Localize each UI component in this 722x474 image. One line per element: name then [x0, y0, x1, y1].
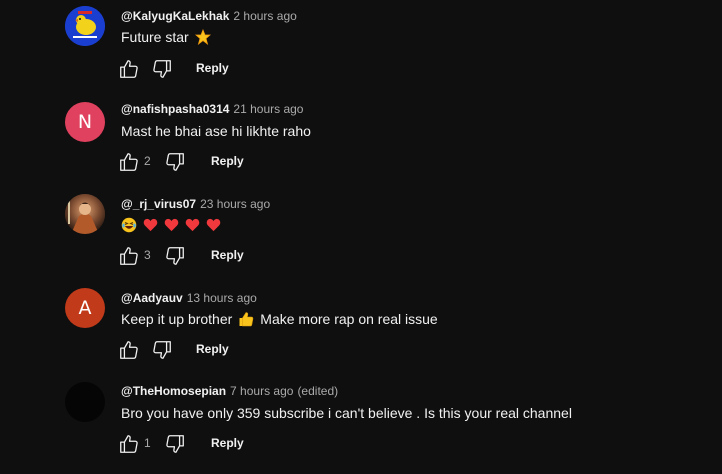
comment-timestamp[interactable]: 13 hours ago: [187, 291, 257, 305]
like-icon[interactable]: [118, 151, 140, 173]
dislike-icon[interactable]: [164, 151, 186, 173]
comment-text: Mast he bhai ase hi likhte raho: [121, 121, 311, 141]
red-heart-icon: [206, 217, 221, 237]
comment-body: Mast he bhai ase hi likhte raho: [121, 123, 311, 139]
comment-timestamp[interactable]: 7 hours ago: [230, 384, 293, 398]
comment-thread: N @nafishpasha0314 21 hours ago Mast he b…: [0, 94, 722, 188]
red-heart-icon: [164, 217, 179, 237]
comment-header: @_rj_virus07 23 hours ago: [121, 196, 270, 212]
like-count: 1: [144, 436, 151, 450]
comment-body: Bro you have only 359 subscribe i can't …: [121, 405, 572, 421]
reply-button[interactable]: Reply: [211, 436, 244, 450]
avatar[interactable]: A: [65, 288, 105, 328]
comment-text: [121, 215, 221, 238]
reply-button[interactable]: Reply: [211, 154, 244, 168]
avatar[interactable]: [65, 6, 105, 46]
author-name[interactable]: @_rj_virus07: [121, 197, 196, 211]
red-heart-icon: [143, 217, 158, 237]
avatar[interactable]: [65, 194, 105, 234]
avatar[interactable]: [65, 382, 105, 422]
edited-label: (edited): [297, 384, 339, 398]
red-heart-icon: [185, 217, 200, 237]
comment-thread: A @Aadyauv 13 hours ago Keep it up brothe…: [0, 282, 722, 376]
author-name[interactable]: @KalyugKaLekhak: [121, 9, 229, 23]
like-count: 2: [144, 154, 151, 168]
comment-header: @TheHomosepian 7 hours ago (edited): [121, 383, 338, 399]
dislike-icon[interactable]: [151, 339, 173, 361]
comment-timestamp[interactable]: 23 hours ago: [200, 197, 270, 211]
comment-text: Future star: [121, 27, 211, 50]
thumbs-up-icon: [238, 311, 254, 332]
laughing-face-icon: [121, 217, 137, 238]
comment-body: Future star: [121, 29, 189, 45]
like-icon[interactable]: [118, 58, 140, 80]
avatar[interactable]: N: [65, 102, 105, 142]
comment-thread: @KalyugKaLekhak 2 hours ago Future star R…: [0, 0, 722, 94]
reply-button[interactable]: Reply: [211, 248, 244, 262]
glowing-star-icon: [194, 28, 211, 50]
comment-header: @KalyugKaLekhak 2 hours ago: [121, 8, 297, 24]
reply-button[interactable]: Reply: [196, 342, 229, 356]
comment-body-part-2: Make more rap on real issue: [260, 311, 438, 327]
like-icon[interactable]: [118, 433, 140, 455]
warrior-avatar-image: [65, 194, 105, 234]
comment-body-part-1: Keep it up brother: [121, 311, 233, 327]
comment-timestamp[interactable]: 2 hours ago: [233, 9, 296, 23]
comment-timestamp[interactable]: 21 hours ago: [233, 102, 303, 116]
avatar-letter: N: [77, 111, 93, 133]
comment-thread: @TheHomosepian 7 hours ago (edited) Bro yo…: [0, 376, 722, 470]
like-count: 3: [144, 248, 151, 262]
comment-text: Keep it up brother Make more rap on real …: [121, 309, 438, 332]
avatar-letter: A: [78, 297, 92, 319]
author-name[interactable]: @TheHomosepian: [121, 384, 226, 398]
author-name[interactable]: @Aadyauv: [121, 291, 183, 305]
comment-header: @nafishpasha0314 21 hours ago: [121, 101, 303, 117]
bird-avatar-image: [65, 6, 105, 46]
dislike-icon[interactable]: [164, 433, 186, 455]
dislike-icon[interactable]: [164, 245, 186, 267]
comment-header: @Aadyauv 13 hours ago: [121, 290, 257, 306]
author-name[interactable]: @nafishpasha0314: [121, 102, 229, 116]
like-icon[interactable]: [118, 339, 140, 361]
comment-thread: @_rj_virus07 23 hours ago 3 Reply: [0, 188, 722, 282]
reply-button[interactable]: Reply: [196, 61, 229, 75]
dislike-icon[interactable]: [151, 58, 173, 80]
comment-text: Bro you have only 359 subscribe i can't …: [121, 403, 572, 423]
like-icon[interactable]: [118, 245, 140, 267]
